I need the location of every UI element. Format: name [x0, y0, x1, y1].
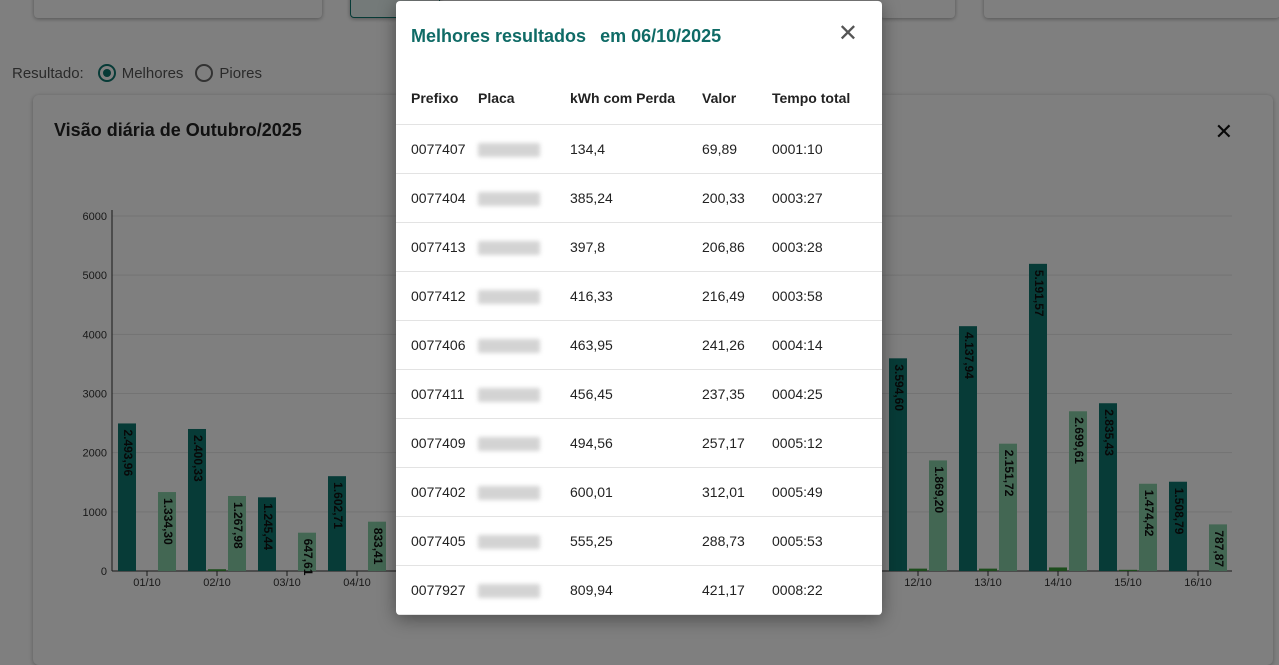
cell-valor: 216,49 — [702, 271, 772, 321]
table-row[interactable]: 0077409 494,56 257,17 0005:12 — [396, 418, 882, 468]
cell-prefixo: 0077413 — [396, 222, 478, 272]
redacted-plate — [478, 338, 540, 353]
column-header-prefixo[interactable]: Prefixo — [396, 72, 478, 125]
cell-tempo: 0003:27 — [772, 173, 882, 223]
cell-prefixo: 0077405 — [396, 516, 478, 566]
cell-valor: 206,86 — [702, 222, 772, 272]
cell-tempo: 0005:53 — [772, 516, 882, 566]
redacted-plate — [478, 289, 540, 304]
cell-placa — [478, 222, 570, 272]
cell-tempo: 0005:12 — [772, 418, 882, 468]
cell-prefixo: 0077404 — [396, 173, 478, 223]
column-header-valor[interactable]: Valor — [702, 72, 772, 125]
cell-valor: 257,17 — [702, 418, 772, 468]
cell-placa — [478, 271, 570, 321]
redacted-plate — [478, 142, 540, 157]
modal-header: Melhores resultados em 06/10/2025 — [396, 1, 882, 72]
cell-tempo: 0008:22 — [772, 565, 882, 615]
modal-title-text: Melhores resultados — [411, 26, 587, 46]
cell-placa — [478, 320, 570, 370]
redacted-plate — [478, 191, 540, 206]
table-row[interactable]: 0077405 555,25 288,73 0005:53 — [396, 516, 882, 566]
cell-kwh: 134,4 — [570, 124, 702, 174]
cell-kwh: 416,33 — [570, 271, 702, 321]
redacted-plate — [478, 436, 540, 451]
cell-valor: 200,33 — [702, 173, 772, 223]
cell-kwh: 463,95 — [570, 320, 702, 370]
cell-kwh: 600,01 — [570, 467, 702, 517]
cell-placa — [478, 418, 570, 468]
cell-placa — [478, 516, 570, 566]
redacted-plate — [478, 387, 540, 402]
cell-placa — [478, 369, 570, 419]
cell-prefixo: 0077412 — [396, 271, 478, 321]
cell-valor: 237,35 — [702, 369, 772, 419]
cell-tempo: 0005:49 — [772, 467, 882, 517]
column-header-tempo[interactable]: Tempo total — [772, 72, 882, 125]
cell-kwh: 456,45 — [570, 369, 702, 419]
cell-kwh: 555,25 — [570, 516, 702, 566]
cell-kwh: 809,94 — [570, 565, 702, 615]
cell-tempo: 0001:10 — [772, 124, 882, 174]
cell-valor: 421,17 — [702, 565, 772, 615]
cell-tempo: 0004:14 — [772, 320, 882, 370]
cell-prefixo: 0077402 — [396, 467, 478, 517]
table-row[interactable]: 0077413 397,8 206,86 0003:28 — [396, 222, 882, 272]
redacted-plate — [478, 485, 540, 500]
best-results-modal: Melhores resultados em 06/10/2025 ✕ Prefi… — [396, 1, 882, 615]
column-header-placa[interactable]: Placa — [478, 72, 570, 125]
cell-tempo: 0003:58 — [772, 271, 882, 321]
table-row[interactable]: 0077411 456,45 237,35 0004:25 — [396, 369, 882, 419]
table-row[interactable]: 0077406 463,95 241,26 0004:14 — [396, 320, 882, 370]
modal-title: Melhores resultados em 06/10/2025 — [411, 26, 721, 47]
cell-prefixo: 0077409 — [396, 418, 478, 468]
cell-prefixo: 0077406 — [396, 320, 478, 370]
cell-valor: 312,01 — [702, 467, 772, 517]
cell-kwh: 397,8 — [570, 222, 702, 272]
modal-title-date: em 06/10/2025 — [600, 26, 722, 46]
cell-valor: 288,73 — [702, 516, 772, 566]
cell-placa — [478, 124, 570, 174]
cell-placa — [478, 173, 570, 223]
column-header-kwh[interactable]: kWh com Perda — [570, 72, 702, 125]
table-row[interactable]: 0077407 134,4 69,89 0001:10 — [396, 124, 882, 174]
redacted-plate — [478, 240, 540, 255]
results-table: Prefixo Placa kWh com Perda Valor Tempo … — [396, 72, 882, 615]
close-icon[interactable]: ✕ — [838, 22, 858, 46]
table-row[interactable]: 0077927 809,94 421,17 0008:22 — [396, 565, 882, 615]
cell-placa — [478, 467, 570, 517]
redacted-plate — [478, 534, 540, 549]
cell-tempo: 0004:25 — [772, 369, 882, 419]
table-row[interactable]: 0077404 385,24 200,33 0003:27 — [396, 173, 882, 223]
cell-kwh: 385,24 — [570, 173, 702, 223]
cell-placa — [478, 565, 570, 615]
table-header-row: Prefixo Placa kWh com Perda Valor Tempo … — [396, 72, 882, 125]
redacted-plate — [478, 583, 540, 598]
table-row[interactable]: 0077412 416,33 216,49 0003:58 — [396, 271, 882, 321]
table-row[interactable]: 0077402 600,01 312,01 0005:49 — [396, 467, 882, 517]
cell-valor: 69,89 — [702, 124, 772, 174]
cell-valor: 241,26 — [702, 320, 772, 370]
cell-prefixo: 0077927 — [396, 565, 478, 615]
cell-tempo: 0003:28 — [772, 222, 882, 272]
cell-prefixo: 0077407 — [396, 124, 478, 174]
cell-kwh: 494,56 — [570, 418, 702, 468]
cell-prefixo: 0077411 — [396, 369, 478, 419]
